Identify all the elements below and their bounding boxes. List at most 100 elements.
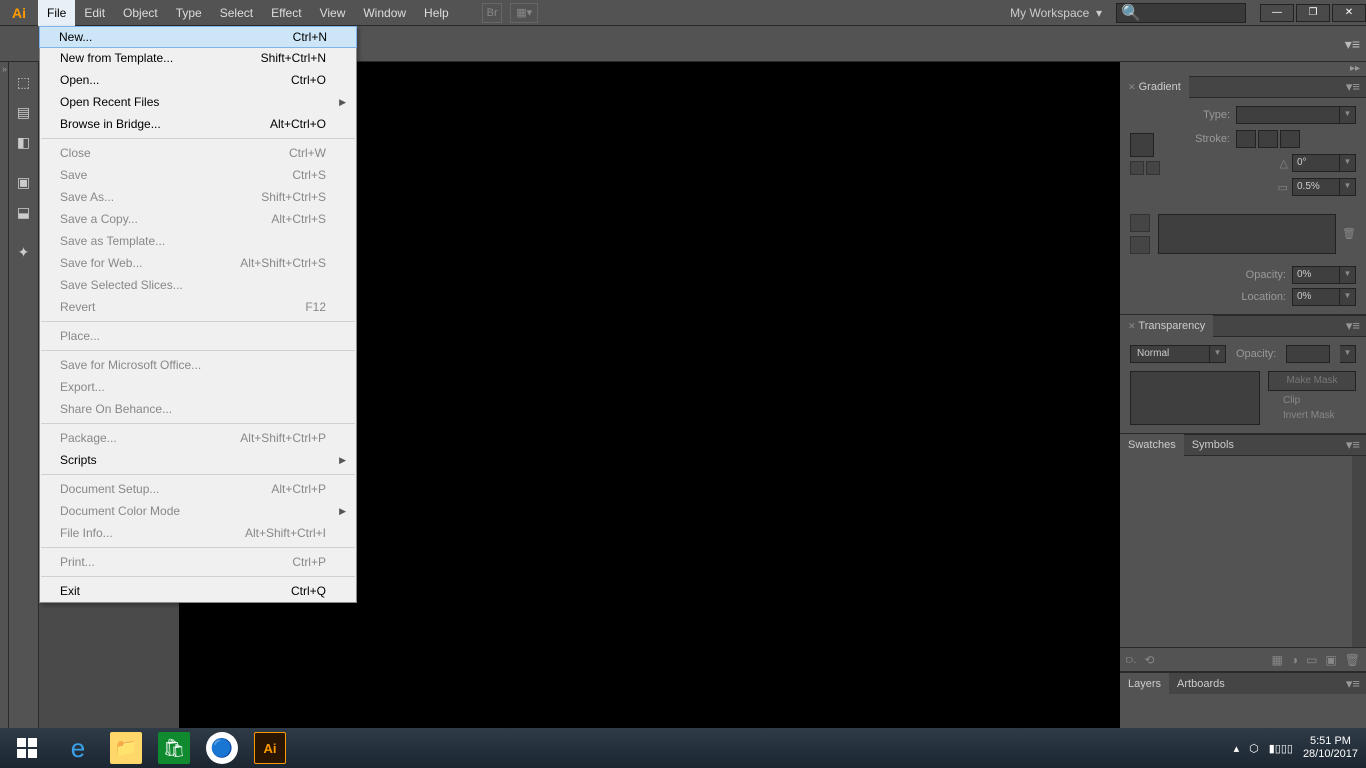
panel-options-icon[interactable]: ▾≡ <box>1346 676 1360 692</box>
menuitem-open[interactable]: Open...Ctrl+O <box>40 69 356 91</box>
tab-artboards[interactable]: Artboards <box>1169 673 1233 695</box>
menu-type[interactable]: Type <box>167 0 211 26</box>
menu-view[interactable]: View <box>311 0 355 26</box>
taskbar-ie-icon[interactable]: e <box>54 728 102 768</box>
tool-icon[interactable]: ▤ <box>10 98 38 126</box>
minimize-button[interactable]: — <box>1260 4 1294 22</box>
gradient-help-icon[interactable] <box>1130 161 1144 175</box>
menuitem-scripts[interactable]: Scripts▶ <box>40 449 356 471</box>
trash-icon[interactable]: 🗑 <box>1342 227 1356 241</box>
menu-effect[interactable]: Effect <box>262 0 310 26</box>
tool-strip: » <box>0 62 9 728</box>
menuitem-close: CloseCtrl+W <box>40 142 356 164</box>
transparency-thumb[interactable] <box>1130 371 1260 425</box>
menu-help[interactable]: Help <box>415 0 458 26</box>
swatch-foot-icon[interactable]: ⟲ <box>1144 653 1154 667</box>
taskbar-chrome-icon[interactable]: 🔵 <box>198 728 246 768</box>
swatch-foot-icon[interactable]: ⫐. <box>1126 652 1136 667</box>
swatch-foot-icon[interactable]: ▦ <box>1271 653 1282 667</box>
menu-separator <box>41 321 355 322</box>
gradient-sideicon[interactable] <box>1130 236 1150 254</box>
taskbar-store-icon[interactable]: 🛍 <box>150 728 198 768</box>
menuitem-new-from-template[interactable]: New from Template...Shift+Ctrl+N <box>40 47 356 69</box>
gradient-opacity-field[interactable]: 0% <box>1292 266 1340 284</box>
menu-window[interactable]: Window <box>354 0 415 26</box>
menu-object[interactable]: Object <box>114 0 167 26</box>
scrollbar-vertical[interactable] <box>1352 456 1366 647</box>
bridge-icon[interactable]: Br <box>482 3 502 23</box>
dropdown-icon[interactable]: ▼ <box>1340 266 1356 284</box>
tool-icon[interactable]: ⬓ <box>10 198 38 226</box>
dropdown-icon[interactable]: ▼ <box>1210 345 1226 363</box>
submenu-arrow-icon: ▶ <box>339 455 346 466</box>
ratio-field[interactable]: 0.5% <box>1292 178 1340 196</box>
search-input[interactable]: 🔍 <box>1116 3 1246 23</box>
tool-icon[interactable]: ⬚ <box>10 68 38 96</box>
blend-mode-select[interactable]: Normal <box>1130 345 1210 363</box>
tray-dropbox-icon[interactable]: ⬡ <box>1249 742 1259 755</box>
trash-icon[interactable]: 🗑 <box>1345 653 1360 667</box>
panel-header-transparency: ✕ Transparency ▾≡ <box>1120 315 1366 337</box>
angle-field[interactable]: 0° <box>1292 154 1340 172</box>
panel-options-icon[interactable]: ▾≡ <box>1346 437 1360 453</box>
dropdown-icon[interactable]: ▼ <box>1340 345 1356 363</box>
transparency-opacity-field[interactable] <box>1286 345 1330 363</box>
gradient-location-field[interactable]: 0% <box>1292 288 1340 306</box>
invert-mask-checkbox[interactable] <box>1268 410 1279 421</box>
menu-file[interactable]: File <box>38 0 75 26</box>
dropdown-icon[interactable]: ▼ <box>1340 178 1356 196</box>
arrange-icon[interactable]: ▦▾ <box>510 3 538 23</box>
swatch-foot-icon[interactable]: ◑ <box>1291 653 1298 667</box>
tray-clock[interactable]: 5:51 PM 28/10/2017 <box>1303 735 1358 761</box>
panel-options-icon[interactable]: ▾≡ <box>1346 79 1360 95</box>
tool-icon[interactable]: ▣ <box>10 168 38 196</box>
menu-edit[interactable]: Edit <box>75 0 114 26</box>
panel-options-icon[interactable]: ▾≡ <box>1346 318 1360 334</box>
workspace-selector[interactable]: My Workspace ▾ <box>1002 2 1110 24</box>
search-icon: 🔍 <box>1121 3 1141 23</box>
start-button[interactable] <box>0 728 54 768</box>
dropdown-icon[interactable]: ▼ <box>1340 154 1356 172</box>
dropdown-icon[interactable]: ▼ <box>1340 106 1356 124</box>
taskbar-explorer-icon[interactable]: 📁 <box>102 728 150 768</box>
gradient-swatch[interactable] <box>1130 133 1154 157</box>
gradient-sideicon[interactable] <box>1130 214 1150 232</box>
menuitem-exit[interactable]: ExitCtrl+Q <box>40 580 356 602</box>
taskbar-illustrator-icon[interactable]: Ai <box>246 728 294 768</box>
maximize-button[interactable]: ❐ <box>1296 4 1330 22</box>
gradient-ramp[interactable] <box>1158 214 1336 254</box>
submenu-arrow-icon: ▶ <box>339 506 346 517</box>
swatch-foot-icon[interactable]: ▭ <box>1306 653 1317 667</box>
file-menu-dropdown: New...Ctrl+NNew from Template...Shift+Ct… <box>39 26 357 603</box>
menu-select[interactable]: Select <box>211 0 262 26</box>
controlbar-options-icon[interactable]: ▾≡ <box>1345 36 1360 53</box>
tab-symbols[interactable]: Symbols <box>1184 434 1242 456</box>
close-button[interactable]: ✕ <box>1332 4 1366 22</box>
menuitem-save-selected-slices: Save Selected Slices... <box>40 274 356 296</box>
tool-icon[interactable]: ✦ <box>10 238 38 266</box>
panel-body-gradient: Type:▼ Stroke: △0°▼ ▭0.5%▼ 🗑 Opacity:0%▼… <box>1120 98 1366 315</box>
tool-icon[interactable]: ◧ <box>10 128 38 156</box>
gradient-tool-icon[interactable] <box>1146 161 1160 175</box>
menuitem-export: Export... <box>40 376 356 398</box>
menuitem-save-as: Save As...Shift+Ctrl+S <box>40 186 356 208</box>
menuitem-browse-in-bridge[interactable]: Browse in Bridge...Alt+Ctrl+O <box>40 113 356 135</box>
menuitem-open-recent-files[interactable]: Open Recent Files▶ <box>40 91 356 113</box>
tray-network-icon[interactable]: ▮▯▯▯ <box>1269 742 1293 755</box>
clip-checkbox[interactable] <box>1268 395 1279 406</box>
tab-layers[interactable]: Layers <box>1120 673 1169 695</box>
stroke-option-button[interactable] <box>1258 130 1278 148</box>
stroke-option-button[interactable] <box>1236 130 1256 148</box>
menuitem-new[interactable]: New...Ctrl+N <box>39 26 357 48</box>
tab-gradient[interactable]: ✕ Gradient <box>1120 76 1189 98</box>
dropdown-icon[interactable]: ▼ <box>1340 288 1356 306</box>
gradient-type-field[interactable] <box>1236 106 1340 124</box>
make-mask-button[interactable]: Make Mask <box>1268 371 1356 391</box>
collapse-panels-icon[interactable]: ▸▸ <box>1350 63 1360 74</box>
stroke-option-button[interactable] <box>1280 130 1300 148</box>
swatch-foot-icon[interactable]: ▣ <box>1325 653 1336 667</box>
tray-expand-icon[interactable]: ▴ <box>1234 742 1240 755</box>
tab-swatches[interactable]: Swatches <box>1120 434 1184 456</box>
tab-transparency[interactable]: ✕ Transparency <box>1120 315 1213 337</box>
expand-tools-icon[interactable]: » <box>0 64 9 76</box>
